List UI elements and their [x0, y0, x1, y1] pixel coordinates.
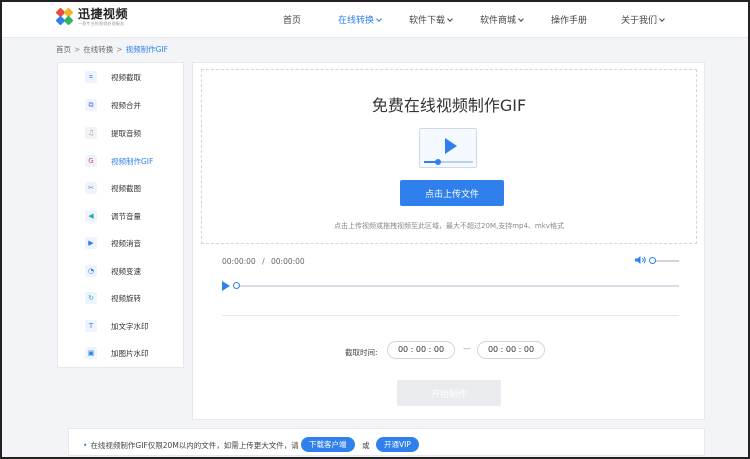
upload-file-button[interactable]: 点击上传文件	[400, 180, 504, 206]
chevron-down-icon	[376, 16, 382, 22]
chevron-down-icon	[518, 16, 524, 22]
nav-item-online-convert[interactable]: 在线转换	[338, 13, 382, 26]
total-time: 00:00:00	[271, 257, 305, 266]
sidebar-item-video-rotate[interactable]: ↻ 视频旋转	[58, 288, 183, 308]
volume-icon: ◀	[85, 210, 97, 222]
breadcrumb-section[interactable]: 在线转换	[83, 45, 113, 54]
open-vip-button[interactable]: 开通VIP	[376, 437, 419, 452]
main-panel: 免费在线视频制作GIF 点击上传文件 点击上传视频或拖拽视频至此区域，最大不超过…	[192, 62, 705, 420]
top-header: 迅捷视频 一款专业的视频处理服务 首页 在线转换 软件下载 软件商城 操作手册 …	[0, 0, 750, 38]
breadcrumb: 首页 > 在线转换 > 视频制作GIF	[56, 45, 168, 54]
progress-handle[interactable]	[233, 282, 240, 289]
logo[interactable]: 迅捷视频 一款专业的视频处理服务	[55, 7, 129, 26]
upload-hint: 点击上传视频或拖拽视频至此区域，最大不超过20M,支持mp4、mkv格式	[334, 222, 564, 230]
nav-item-manual[interactable]: 操作手册	[551, 13, 587, 26]
play-icon[interactable]	[222, 281, 230, 291]
notice-bar: • 在线视频制作GIF仅限20M以内的文件，如需上传更大文件，请 下载客户端 或 …	[68, 428, 705, 456]
merge-icon: ⧉	[85, 99, 97, 111]
scissors-icon: ✂	[85, 182, 97, 194]
chevron-down-icon	[447, 16, 453, 22]
logo-slogan: 一款专业的视频处理服务	[78, 21, 125, 26]
sidebar: ⌗ 视频截取 ⧉ 视频合并 ♫ 提取音频 G 视频制作GIF ✂ 视频截图 ◀ …	[57, 62, 184, 368]
nav-item-about[interactable]: 关于我们	[621, 13, 665, 26]
headphones-icon: ♫	[85, 127, 97, 139]
breadcrumb-home[interactable]: 首页	[56, 45, 71, 54]
video-file-icon	[419, 128, 477, 168]
speed-icon: ◔	[85, 265, 97, 277]
divider	[222, 315, 679, 316]
sidebar-item-video-screenshot[interactable]: ✂ 视频截图	[58, 178, 183, 198]
or-text: 或	[362, 441, 370, 450]
mute-icon: ▶	[85, 237, 97, 249]
volume-slider-handle[interactable]	[649, 257, 656, 264]
range-dash: —	[463, 344, 471, 353]
progress-track[interactable]	[237, 285, 679, 287]
sidebar-item-video-clip[interactable]: ⌗ 视频截取	[58, 67, 183, 87]
sidebar-item-video-speed[interactable]: ◔ 视频变速	[58, 261, 183, 281]
sidebar-item-text-watermark[interactable]: T 加文字水印	[58, 316, 183, 336]
sidebar-item-image-watermark[interactable]: ▣ 加图片水印	[58, 343, 183, 363]
volume-icon[interactable]	[635, 255, 647, 265]
start-make-button[interactable]: 开始制作	[397, 380, 501, 406]
logo-mark-icon	[55, 7, 74, 26]
sidebar-item-video-mute[interactable]: ▶ 视频消音	[58, 233, 183, 253]
clip-end-time-input[interactable]: 00 : 00 : 00	[477, 341, 545, 359]
current-time: 00:00:00	[222, 257, 256, 266]
upload-drop-zone[interactable]: 免费在线视频制作GIF 点击上传文件 点击上传视频或拖拽视频至此区域，最大不超过…	[201, 69, 697, 244]
rotate-icon: ↻	[85, 292, 97, 304]
clip-time-label: 截取时间:	[345, 348, 378, 357]
time-display: 00:00:00 / 00:00:00	[222, 257, 305, 266]
sidebar-item-video-to-gif[interactable]: G 视频制作GIF	[58, 151, 183, 171]
clip-start-time-input[interactable]: 00 : 00 : 00	[387, 341, 455, 359]
download-client-button[interactable]: 下载客户端	[301, 437, 355, 452]
gif-icon: G	[85, 155, 97, 167]
sidebar-item-extract-audio[interactable]: ♫ 提取音频	[58, 123, 183, 143]
nav-item-software-store[interactable]: 软件商城	[480, 13, 524, 26]
text-watermark-icon: T	[85, 320, 97, 332]
logo-name: 迅捷视频	[78, 7, 129, 21]
nav-item-software-download[interactable]: 软件下载	[409, 13, 453, 26]
notice-text: 在线视频制作GIF仅限20M以内的文件，如需上传更大文件，请	[90, 441, 299, 450]
sidebar-item-video-merge[interactable]: ⧉ 视频合并	[58, 95, 183, 115]
breadcrumb-current: 视频制作GIF	[125, 45, 168, 54]
page-title: 免费在线视频制作GIF	[371, 96, 527, 115]
sidebar-item-adjust-volume[interactable]: ◀ 调节音量	[58, 206, 183, 226]
crop-icon: ⌗	[85, 71, 97, 83]
image-watermark-icon: ▣	[85, 347, 97, 359]
bullet-icon: •	[83, 441, 88, 450]
chevron-down-icon	[659, 16, 665, 22]
nav-item-home[interactable]: 首页	[283, 13, 301, 26]
